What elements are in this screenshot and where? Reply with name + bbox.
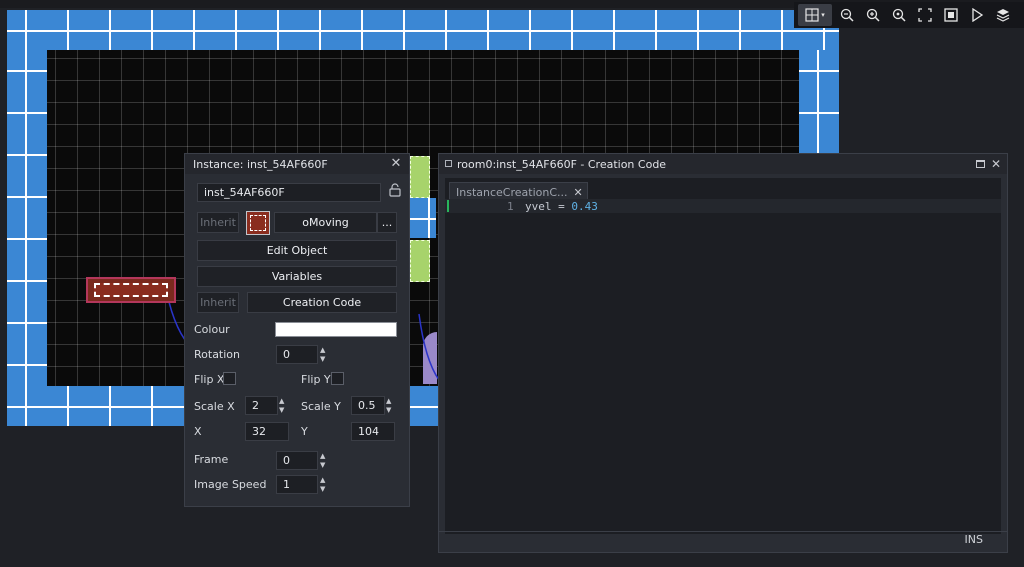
- frame-stepper[interactable]: ▲ ▼: [320, 451, 330, 470]
- code-number: 0.43: [571, 200, 598, 213]
- x-label: X: [194, 425, 202, 438]
- inherit-button: Inherit: [197, 212, 239, 233]
- object-name-label: oMoving: [302, 216, 349, 229]
- inherit-code-button: Inherit: [197, 292, 239, 313]
- frame-icon[interactable]: [940, 4, 962, 26]
- more-label: ...: [381, 216, 393, 229]
- scale-y-stepper[interactable]: ▲ ▼: [386, 396, 396, 415]
- frame-value: 0: [283, 454, 290, 467]
- instance-panel: Instance: inst_54AF660F ✕ inst_54AF660F …: [184, 153, 410, 507]
- layers-icon[interactable]: [992, 4, 1014, 26]
- play-icon[interactable]: [966, 4, 988, 26]
- image-speed-stepper[interactable]: ▲ ▼: [320, 475, 330, 494]
- variables-button[interactable]: Variables: [197, 266, 397, 287]
- y-label: Y: [301, 425, 308, 438]
- status-divider: [439, 531, 1007, 532]
- grid-icon[interactable]: ▾: [798, 4, 832, 26]
- code-operator: =: [558, 200, 565, 213]
- instance-sprite: [94, 283, 168, 297]
- scale-y-input[interactable]: 0.5: [351, 396, 385, 415]
- code-editor[interactable]: InstanceCreationC... ✕ 1 yvel = 0.43: [445, 178, 1001, 534]
- green-block[interactable]: [410, 156, 430, 198]
- instance-panel-title: Instance: inst_54AF660F: [193, 157, 328, 171]
- wall-top: [7, 10, 839, 50]
- flip-x-label: Flip X: [194, 373, 225, 386]
- frame-input[interactable]: 0: [276, 451, 318, 470]
- instance-panel-titlebar: Instance: inst_54AF660F ✕: [185, 154, 409, 174]
- maximize-icon[interactable]: [975, 160, 985, 168]
- rotation-stepper[interactable]: ▲ ▼: [320, 345, 330, 364]
- creation-code-panel: room0:inst_54AF660F - Creation Code ✕ In…: [438, 153, 1008, 553]
- scale-x-input[interactable]: 2: [245, 396, 278, 415]
- inherit-label: Inherit: [200, 216, 236, 229]
- creation-code-label: Creation Code: [282, 296, 362, 309]
- insert-mode-status: INS: [964, 533, 983, 546]
- code-panel-title: room0:inst_54AF660F - Creation Code: [457, 157, 667, 171]
- object-sprite-thumbnail[interactable]: [246, 211, 270, 235]
- zoom-reset-icon[interactable]: [888, 4, 910, 26]
- close-icon[interactable]: ✕: [991, 157, 1001, 171]
- scale-x-value: 2: [252, 399, 259, 412]
- close-icon[interactable]: ✕: [389, 157, 403, 171]
- green-block[interactable]: [410, 240, 430, 282]
- rotation-label: Rotation: [194, 348, 241, 361]
- image-speed-label: Image Speed: [194, 478, 267, 491]
- instance-name-value: inst_54AF660F: [204, 186, 285, 199]
- creation-code-button[interactable]: Creation Code: [247, 292, 397, 313]
- code-tab-label: InstanceCreationC...: [456, 185, 568, 199]
- rotation-input[interactable]: 0: [276, 345, 318, 364]
- scale-y-value: 0.5: [358, 399, 376, 412]
- y-value: 104: [358, 425, 379, 438]
- colour-picker[interactable]: [275, 322, 397, 337]
- inherit-code-label: Inherit: [200, 296, 236, 309]
- fullscreen-icon[interactable]: [914, 4, 936, 26]
- blue-block[interactable]: [410, 198, 436, 238]
- scale-y-label: Scale Y: [301, 400, 341, 413]
- instance-name-input[interactable]: inst_54AF660F: [197, 183, 381, 202]
- x-input[interactable]: 32: [245, 422, 289, 441]
- x-value: 32: [252, 425, 266, 438]
- scale-x-stepper[interactable]: ▲ ▼: [279, 396, 289, 415]
- selected-instance[interactable]: [86, 277, 176, 303]
- flip-y-label: Flip Y: [301, 373, 331, 386]
- variables-label: Variables: [271, 270, 323, 283]
- room-toolbar: ▾: [794, 2, 1024, 28]
- colour-label: Colour: [194, 323, 230, 336]
- tab-close-icon[interactable]: ✕: [574, 186, 583, 199]
- y-input[interactable]: 104: [351, 422, 395, 441]
- flip-x-checkbox[interactable]: [223, 372, 236, 385]
- object-more-button[interactable]: ...: [377, 212, 397, 233]
- zoom-out-icon[interactable]: [836, 4, 858, 26]
- frame-label: Frame: [194, 453, 229, 466]
- wall-left: [7, 50, 47, 426]
- flip-y-checkbox[interactable]: [331, 372, 344, 385]
- window-icon: [445, 160, 452, 167]
- object-select-button[interactable]: oMoving: [274, 212, 377, 233]
- image-speed-value: 1: [283, 478, 290, 491]
- scale-x-label: Scale X: [194, 400, 235, 413]
- line-number: 1: [507, 200, 514, 213]
- zoom-in-icon[interactable]: [862, 4, 884, 26]
- line-marker: [447, 200, 449, 212]
- rotation-value: 0: [283, 348, 290, 361]
- code-line-text[interactable]: yvel = 0.43: [525, 200, 598, 213]
- lock-icon[interactable]: [389, 183, 401, 197]
- edit-object-button[interactable]: Edit Object: [197, 240, 397, 261]
- edit-object-label: Edit Object: [266, 244, 328, 257]
- code-panel-titlebar: room0:inst_54AF660F - Creation Code ✕: [439, 154, 1007, 174]
- code-variable: yvel: [525, 200, 552, 213]
- image-speed-input[interactable]: 1: [276, 475, 318, 494]
